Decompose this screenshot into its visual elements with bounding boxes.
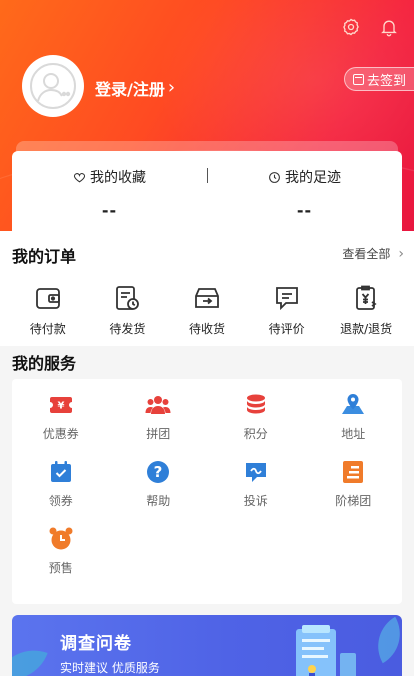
inbox-arrow-icon (195, 288, 219, 308)
service-complaint[interactable]: 投诉 (207, 459, 305, 509)
calendar-icon (352, 73, 364, 85)
checkin-button[interactable]: 去签到 (343, 67, 414, 91)
order-label: 退款/退货 (340, 322, 393, 336)
services-card: ¥ 优惠券 拼团 积分 地址 领券 ? 帮助 投诉 阶梯团 预售 (12, 379, 402, 604)
coins-icon (246, 394, 265, 414)
service-label: 积分 (243, 427, 268, 441)
avatar[interactable] (22, 55, 84, 117)
service-label: 帮助 (146, 494, 171, 508)
order-label: 待发货 (109, 322, 146, 336)
login-label: 登录/注册 (95, 80, 165, 99)
service-points[interactable]: 积分 (207, 392, 305, 442)
survey-title: 调查问卷 (60, 634, 132, 654)
order-label: 待评价 (268, 322, 305, 336)
ladder-icon (343, 461, 364, 483)
complaint-icon (245, 463, 266, 482)
order-pending-shipment[interactable]: 待发货 (88, 284, 166, 337)
group-icon (145, 396, 171, 414)
wallet-icon (35, 288, 60, 309)
help-icon: ? (147, 461, 170, 483)
coupon-icon: ¥ (47, 397, 74, 413)
favorites-label: 我的收藏 (90, 170, 146, 186)
login-register-link[interactable]: 登录/注册 › (95, 76, 175, 100)
service-group-buy[interactable]: 拼团 (110, 392, 208, 442)
favorites-stat[interactable]: 我的收藏 -- (12, 151, 207, 231)
leaf-decoration (365, 616, 402, 664)
service-coupon[interactable]: ¥ 优惠券 (12, 392, 110, 442)
footprints-label: 我的足迹 (285, 170, 341, 186)
survey-subtitle: 实时建议 优质服务 (60, 661, 160, 675)
leaf-decoration (12, 639, 48, 676)
divider (207, 168, 208, 183)
footprints-stat[interactable]: 我的足迹 -- (207, 151, 402, 231)
service-label: 拼团 (146, 427, 171, 441)
chat-lines-icon (275, 287, 298, 311)
calendar-check-icon (50, 461, 71, 482)
clipboard-clock-icon (116, 286, 140, 310)
service-label: 地址 (341, 427, 366, 441)
service-help[interactable]: ? 帮助 (110, 459, 208, 509)
service-presale[interactable]: 预售 (12, 526, 110, 576)
service-tiered-group[interactable]: 阶梯团 (305, 459, 403, 509)
stats-card: 我的收藏 -- 我的足迹 -- (12, 151, 402, 231)
clock-icon (269, 171, 280, 183)
heart-icon (73, 172, 86, 182)
chevron-right-icon: › (398, 245, 404, 262)
orders-section: 我的订单 查看全部 › 待付款 待发货 待收货 待评价 退款/退货 (0, 231, 414, 346)
services-title: 我的服务 (12, 354, 77, 373)
service-label: 阶梯团 (335, 494, 372, 508)
view-all-orders-link[interactable]: 查看全部 › (342, 245, 404, 262)
map-pin-icon (342, 394, 365, 414)
settings-gear-icon[interactable] (340, 16, 362, 38)
svg-text:¥: ¥ (57, 401, 64, 412)
favorites-count: -- (101, 201, 118, 220)
bell-icon[interactable] (378, 16, 400, 38)
survey-banner[interactable]: 调查问卷 实时建议 优质服务 (12, 615, 402, 676)
services-header: 我的服务 (0, 346, 414, 378)
service-label: 领券 (48, 494, 73, 508)
service-claim-coupon[interactable]: 领券 (12, 459, 110, 509)
orders-title: 我的订单 (12, 247, 77, 266)
alarm-clock-icon (49, 527, 73, 550)
order-pending-receipt[interactable]: 待收货 (168, 284, 246, 337)
order-refund[interactable]: 退款/退货 (327, 284, 405, 337)
footprints-count: -- (296, 201, 313, 220)
survey-illustration-icon (296, 625, 356, 676)
order-pending-review[interactable]: 待评价 (248, 284, 326, 337)
order-pending-payment[interactable]: 待付款 (9, 284, 87, 337)
order-label: 待付款 (29, 322, 66, 336)
refund-icon (356, 285, 377, 310)
service-label: 优惠券 (42, 427, 79, 441)
view-all-label: 查看全部 (342, 247, 391, 261)
service-address[interactable]: 地址 (305, 392, 403, 442)
svg-text:?: ? (154, 463, 163, 481)
service-label: 投诉 (243, 494, 268, 508)
service-label: 预售 (48, 561, 73, 575)
chevron-right-icon: › (167, 77, 176, 98)
order-label: 待收货 (188, 322, 225, 336)
checkin-label: 去签到 (366, 73, 406, 89)
